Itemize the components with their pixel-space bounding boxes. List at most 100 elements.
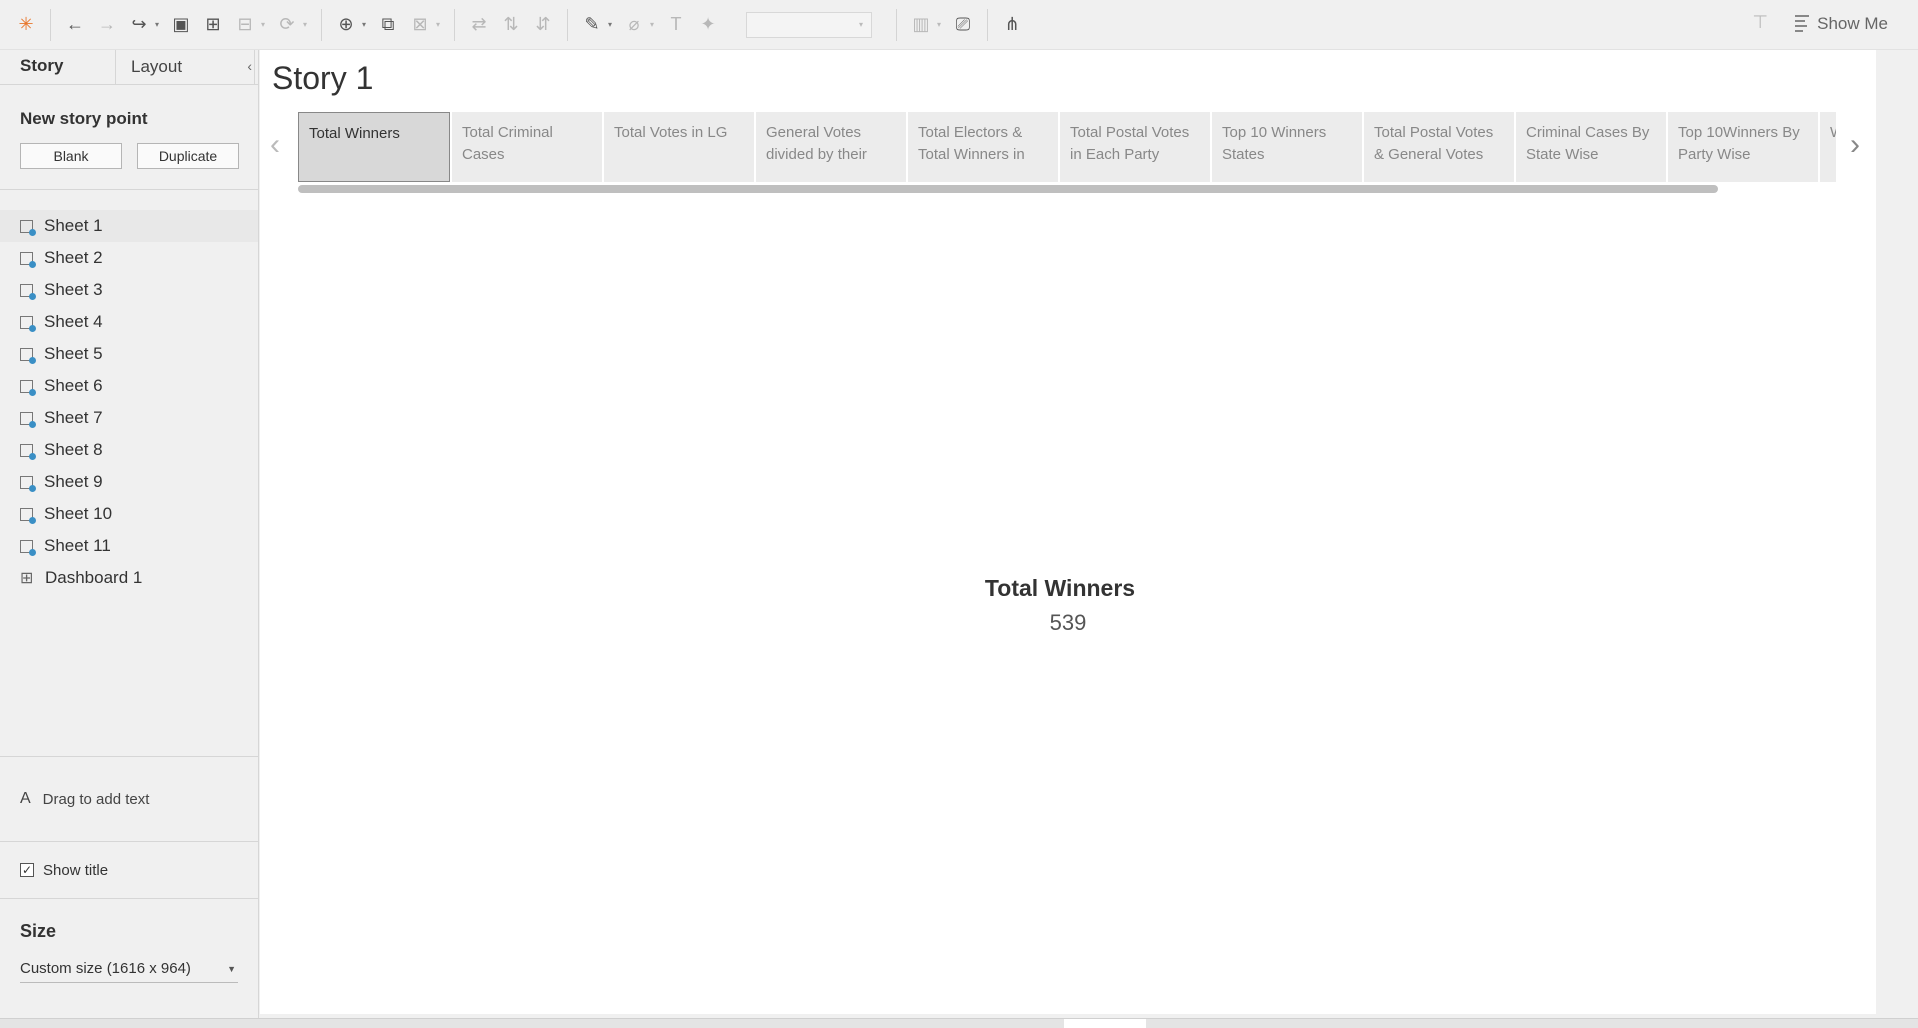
kpi-title: Total Winners — [984, 575, 1136, 601]
blank-button[interactable]: Blank — [20, 143, 122, 169]
tableau-logo-icon[interactable]: ✳ — [10, 9, 42, 41]
worksheet-icon — [20, 475, 36, 492]
tab-layout[interactable]: Layout — [115, 50, 255, 84]
sort-desc-icon[interactable]: ⇵ — [527, 9, 559, 41]
share-icon[interactable]: ⋔ — [996, 9, 1028, 41]
clear-icon[interactable]: ⊠ — [404, 9, 436, 41]
divider — [0, 189, 258, 190]
swap-icon[interactable]: ⇄ — [463, 9, 495, 41]
pause-update-icon[interactable]: ⊟ — [229, 9, 261, 41]
sheet-item[interactable]: Sheet 11 — [0, 530, 258, 562]
sheet-item[interactable]: Sheet 4 — [0, 306, 258, 338]
new-datasource-icon[interactable]: ⊞ — [197, 9, 229, 41]
worksheet-icon — [20, 507, 36, 524]
sheet-label: Sheet 1 — [44, 216, 103, 235]
sheet-item[interactable]: Sheet 8 — [0, 434, 258, 466]
story-navigator: Total Winners Total Criminal Cases Total… — [298, 112, 1836, 184]
sheet-label: Sheet 2 — [44, 248, 103, 267]
story-point[interactable]: Top 10 Winners States — [1210, 112, 1362, 182]
story-point[interactable]: W C — [1818, 112, 1836, 182]
refresh-icon[interactable]: ⟳ — [271, 9, 303, 41]
dashboard-label: Dashboard 1 — [45, 568, 143, 587]
size-select[interactable]: Custom size (1616 x 964) ▼ — [20, 960, 238, 983]
sheet-item[interactable]: Sheet 3 — [0, 274, 258, 306]
pause-dropdown-icon[interactable]: ▾ — [261, 20, 271, 29]
story-canvas: Story 1 ‹ Total Winners Total Criminal C… — [260, 50, 1876, 1014]
replay-dropdown-icon[interactable]: ▾ — [155, 20, 165, 29]
text-icon: A — [20, 790, 31, 807]
sheet-item[interactable]: Sheet 1 — [0, 210, 258, 242]
sheet-label: Sheet 6 — [44, 376, 103, 395]
sort-asc-icon[interactable]: ⇅ — [495, 9, 527, 41]
sheet-label: Sheet 5 — [44, 344, 103, 363]
chevron-down-icon: ▼ — [227, 964, 236, 974]
sheet-label: Sheet 3 — [44, 280, 103, 299]
story-panel: Story Layout ‹ New story point Blank Dup… — [0, 50, 259, 1027]
highlight-icon[interactable]: ✎ — [576, 9, 608, 41]
drag-text-item[interactable]: A Drag to add text — [20, 757, 258, 841]
toolbar-separator — [454, 8, 455, 41]
save-icon[interactable]: ▣ — [165, 9, 197, 41]
toolbar: ✳ ← → ↪ ▾ ▣ ⊞ ⊟ ▾ ⟳ ▾ ⊕ ▾ ⧉ ⊠ ▾ ⇄ ⇅ ⇵ ✎ … — [0, 0, 1918, 50]
sheet-item[interactable]: Sheet 5 — [0, 338, 258, 370]
story-point[interactable]: General Votes divided by their — [754, 112, 906, 182]
label-icon[interactable]: T — [660, 9, 692, 41]
story-point[interactable]: Total Electors & Total Winners in — [906, 112, 1058, 182]
worksheet-icon — [20, 315, 36, 332]
size-value: Custom size (1616 x 964) — [20, 960, 191, 977]
clear-dropdown-icon[interactable]: ▾ — [436, 20, 446, 29]
new-worksheet-icon[interactable]: ⊕ — [330, 9, 362, 41]
story-navigator-scrollbar[interactable] — [298, 185, 1718, 193]
worksheet-icon — [20, 219, 36, 236]
show-cards-dropdown-icon[interactable]: ▾ — [937, 20, 947, 29]
undo-icon[interactable]: ← — [59, 9, 91, 41]
refresh-dropdown-icon[interactable]: ▾ — [303, 20, 313, 29]
kpi-value: 539 — [1049, 610, 1087, 635]
story-point[interactable]: Total Votes in LG — [602, 112, 754, 182]
sheet-label: Sheet 9 — [44, 472, 103, 491]
worksheet-icon — [20, 411, 36, 428]
show-title-option[interactable]: ✓ Show title — [20, 842, 258, 898]
chevron-right-icon[interactable]: › — [1850, 128, 1860, 162]
pin-icon[interactable]: ⊤ — [1752, 12, 1768, 33]
chevron-down-icon: ▾ — [858, 19, 863, 29]
collapse-panel-icon[interactable]: ‹ — [247, 58, 252, 74]
highlight-dropdown-icon[interactable]: ▾ — [608, 20, 618, 29]
show-me-button[interactable]: Show Me — [1795, 12, 1888, 35]
group-icon[interactable]: ⌀ — [618, 9, 650, 41]
toolbar-separator — [567, 8, 568, 41]
story-title[interactable]: Story 1 — [272, 60, 373, 97]
show-title-checkbox[interactable]: ✓ — [20, 863, 34, 877]
sheet-item[interactable]: Sheet 9 — [0, 466, 258, 498]
story-point[interactable]: Total Postal Votes in Each Party — [1058, 112, 1210, 182]
sheet-label: Sheet 7 — [44, 408, 103, 427]
story-point[interactable]: Total Criminal Cases — [450, 112, 602, 182]
story-point[interactable]: Criminal Cases By State Wise — [1514, 112, 1666, 182]
show-cards-icon[interactable]: ▥ — [905, 9, 937, 41]
toolbar-separator — [896, 8, 897, 41]
duplicate-icon[interactable]: ⧉ — [372, 9, 404, 41]
presentation-icon[interactable]: ⎚ — [947, 9, 979, 41]
tab-story[interactable]: Story — [0, 50, 115, 84]
sheet-label: Sheet 8 — [44, 440, 103, 459]
sheet-item[interactable]: Sheet 10 — [0, 498, 258, 530]
redo-icon[interactable]: → — [91, 9, 123, 41]
sheet-item[interactable]: Sheet 2 — [0, 242, 258, 274]
fix-axes-icon[interactable]: ✦ — [692, 9, 724, 41]
toolbar-separator — [321, 8, 322, 41]
fit-select[interactable]: ▾ — [746, 11, 872, 38]
story-point[interactable]: Total Winners — [298, 112, 450, 182]
sheet-label: Sheet 4 — [44, 312, 103, 331]
dashboard-item[interactable]: ⊞ Dashboard 1 — [0, 562, 258, 594]
story-point[interactable]: Top 10Winners By Party Wise — [1666, 112, 1818, 182]
duplicate-button[interactable]: Duplicate — [137, 143, 239, 169]
drag-text-label: Drag to add text — [42, 790, 150, 808]
sheet-item[interactable]: Sheet 7 — [0, 402, 258, 434]
sheet-item[interactable]: Sheet 6 — [0, 370, 258, 402]
chevron-left-icon[interactable]: ‹ — [270, 128, 280, 162]
story-point[interactable]: Total Postal Votes & General Votes — [1362, 112, 1514, 182]
new-worksheet-dropdown-icon[interactable]: ▾ — [362, 20, 372, 29]
worksheet-icon — [20, 283, 36, 300]
group-dropdown-icon[interactable]: ▾ — [650, 20, 660, 29]
replay-icon[interactable]: ↪ — [123, 9, 155, 41]
